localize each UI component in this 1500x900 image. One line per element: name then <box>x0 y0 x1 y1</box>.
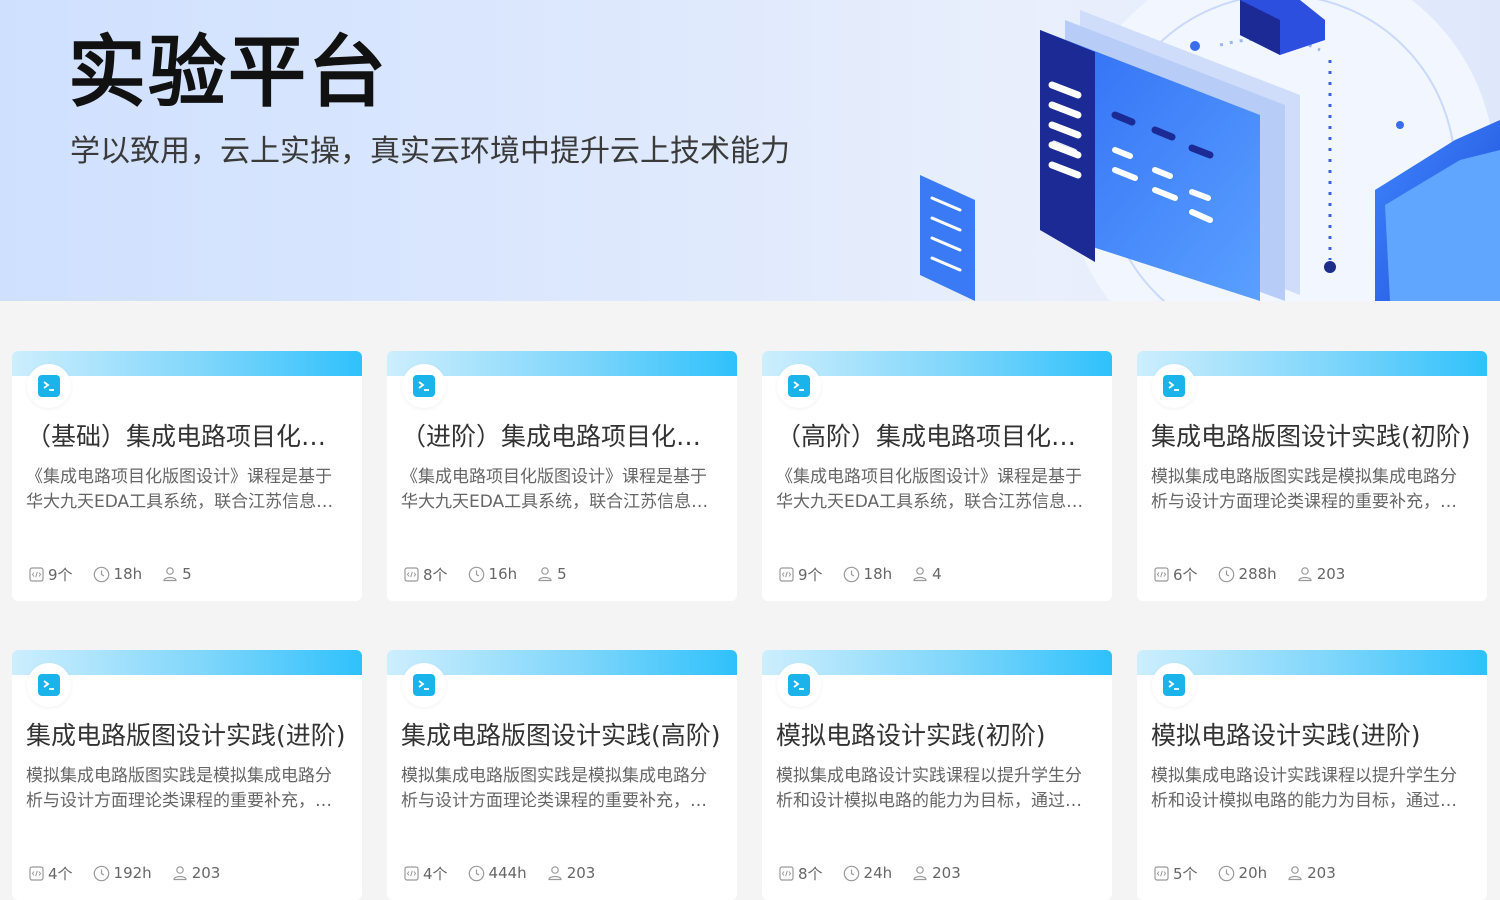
learner-count: 203 <box>912 864 961 882</box>
experiment-count: 9个 <box>29 564 73 585</box>
clock-icon <box>1218 865 1234 881</box>
clock-icon <box>843 566 859 582</box>
course-card[interactable]: 集成电路版图设计实践(初阶) 模拟集成电路版图实践是模拟集成电路分析与设计方面理… <box>1137 351 1487 601</box>
course-description: 模拟集成电路版图实践是模拟集成电路分析与设计方面理论类课程的重要补充，旨在培养学… <box>26 766 332 811</box>
learner-count: 203 <box>172 864 220 882</box>
user-icon <box>1298 567 1312 582</box>
course-meta: 8个 16h 5 <box>404 563 587 585</box>
user-icon <box>163 567 177 582</box>
clock-icon <box>1218 566 1234 582</box>
experiment-count: 9个 <box>779 564 823 585</box>
code-icon <box>29 566 44 582</box>
code-icon <box>779 566 794 582</box>
course-meta: 9个 18h 5 <box>29 563 212 585</box>
learner-count: 203 <box>1287 864 1336 882</box>
course-title: 集成电路版图设计实践(初阶) <box>1151 422 1471 451</box>
clock-icon <box>468 865 484 881</box>
user-icon <box>548 866 562 881</box>
learner-count: 203 <box>1297 565 1345 583</box>
code-icon <box>1154 566 1169 582</box>
experiment-count: 4个 <box>404 863 448 884</box>
user-icon <box>913 567 927 582</box>
course-hours: 24h <box>843 864 892 882</box>
code-icon <box>404 865 419 881</box>
experiment-count: 6个 <box>1154 564 1198 585</box>
user-icon <box>1288 866 1302 881</box>
cloud-lab-illustration <box>920 0 1500 301</box>
course-meta: 4个 192h 203 <box>29 862 240 884</box>
course-hours: 16h <box>468 565 517 583</box>
course-title: （基础）集成电路项目化版图设计 <box>26 422 348 451</box>
course-meta: 4个 444h 203 <box>404 862 615 884</box>
course-description: 模拟集成电路版图实践是模拟集成电路分析与设计方面理论类课程的重要补充，旨在培养学… <box>401 766 707 811</box>
course-meta: 9个 18h 4 <box>779 563 962 585</box>
user-icon <box>173 866 187 881</box>
course-meta: 6个 288h 203 <box>1154 563 1365 585</box>
clock-icon <box>468 566 484 582</box>
page-title: 实验平台 <box>68 28 389 118</box>
learner-count: 5 <box>537 565 567 583</box>
course-card[interactable]: （高阶）集成电路项目化版图设计 《集成电路项目化版图设计》课程是基于华大九天ED… <box>762 351 1112 601</box>
learner-count: 203 <box>547 864 595 882</box>
course-description: 《集成电路项目化版图设计》课程是基于华大九天EDA工具系统，联合江苏信息职业技术… <box>401 467 709 512</box>
code-icon <box>29 865 44 881</box>
clock-icon <box>93 865 109 881</box>
course-description: 模拟集成电路版图实践是模拟集成电路分析与设计方面理论类课程的重要补充，旨在培养学… <box>1151 467 1457 512</box>
course-hours: 444h <box>468 864 527 882</box>
course-hours: 18h <box>843 565 892 583</box>
learner-count: 5 <box>162 565 192 583</box>
course-hours: 192h <box>93 864 152 882</box>
experiment-count: 8个 <box>779 863 823 884</box>
terminal-icon <box>1152 663 1196 707</box>
hero-banner: 实验平台 学以致用，云上实操，真实云环境中提升云上技术能力 <box>0 0 1500 301</box>
course-card[interactable]: （进阶）集成电路项目化版图设计 《集成电路项目化版图设计》课程是基于华大九天ED… <box>387 351 737 601</box>
course-description: 《集成电路项目化版图设计》课程是基于华大九天EDA工具系统，联合江苏信息职业技术… <box>776 467 1084 512</box>
course-title: （进阶）集成电路项目化版图设计 <box>401 422 723 451</box>
clock-icon <box>93 566 109 582</box>
experiment-count: 8个 <box>404 564 448 585</box>
terminal-icon <box>27 663 71 707</box>
course-meta: 8个 24h 203 <box>779 862 981 884</box>
user-icon <box>538 567 552 582</box>
terminal-icon <box>402 663 446 707</box>
course-hours: 20h <box>1218 864 1267 882</box>
experiment-count: 5个 <box>1154 863 1198 884</box>
terminal-icon <box>402 364 446 408</box>
terminal-icon <box>27 364 71 408</box>
terminal-icon <box>777 663 821 707</box>
course-hours: 288h <box>1218 565 1277 583</box>
course-description: 模拟集成电路设计实践课程以提升学生分析和设计模拟电路的能力为目标，通过项目实践 <box>776 766 1082 811</box>
course-card[interactable]: （基础）集成电路项目化版图设计 《集成电路项目化版图设计》课程是基于华大九天ED… <box>12 351 362 601</box>
clock-icon <box>843 865 859 881</box>
course-card[interactable]: 集成电路版图设计实践(进阶) 模拟集成电路版图实践是模拟集成电路分析与设计方面理… <box>12 650 362 900</box>
course-title: 集成电路版图设计实践(高阶) <box>401 721 721 750</box>
page-subtitle: 学以致用，云上实操，真实云环境中提升云上技术能力 <box>70 134 790 169</box>
course-title: 模拟电路设计实践(初阶) <box>776 721 1046 750</box>
code-icon <box>1154 865 1169 881</box>
course-title: 模拟电路设计实践(进阶) <box>1151 721 1421 750</box>
terminal-icon <box>777 364 821 408</box>
user-icon <box>913 866 927 881</box>
course-meta: 5个 20h 203 <box>1154 862 1356 884</box>
course-description: 模拟集成电路设计实践课程以提升学生分析和设计模拟电路的能力为目标，通过项目实践 <box>1151 766 1457 811</box>
course-card[interactable]: 集成电路版图设计实践(高阶) 模拟集成电路版图实践是模拟集成电路分析与设计方面理… <box>387 650 737 900</box>
course-card[interactable]: 模拟电路设计实践(初阶) 模拟集成电路设计实践课程以提升学生分析和设计模拟电路的… <box>762 650 1112 900</box>
terminal-icon <box>1152 364 1196 408</box>
experiment-count: 4个 <box>29 863 73 884</box>
course-description: 《集成电路项目化版图设计》课程是基于华大九天EDA工具系统，联合江苏信息职业技术… <box>26 467 334 512</box>
code-icon <box>779 865 794 881</box>
course-hours: 18h <box>93 565 142 583</box>
learner-count: 4 <box>912 565 942 583</box>
course-title: （高阶）集成电路项目化版图设计 <box>776 422 1098 451</box>
code-icon <box>404 566 419 582</box>
course-title: 集成电路版图设计实践(进阶) <box>26 721 346 750</box>
course-card[interactable]: 模拟电路设计实践(进阶) 模拟集成电路设计实践课程以提升学生分析和设计模拟电路的… <box>1137 650 1487 900</box>
